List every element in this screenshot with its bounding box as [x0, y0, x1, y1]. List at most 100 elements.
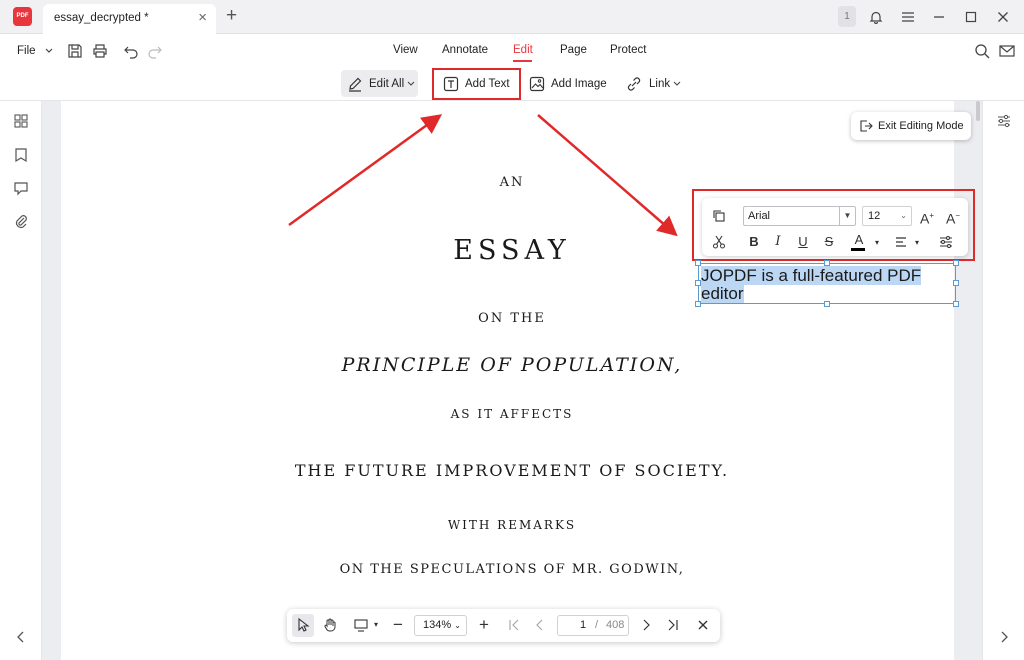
last-page-icon[interactable]	[665, 617, 681, 633]
document-tab[interactable]: essay_decrypted * ×	[43, 4, 216, 34]
text-format-toolbar: Arial ▼ 12 ⌄ A+ A− B I U S A ▾ ▾	[702, 198, 968, 256]
menu-edit[interactable]: Edit	[513, 44, 533, 56]
zoom-level-select[interactable]: 134% ⌄	[414, 615, 467, 636]
new-tab-plus-icon[interactable]: +	[226, 5, 237, 27]
doc-line-principle[interactable]: PRINCIPLE OF POPULATION,	[0, 354, 1024, 376]
resize-handle-right[interactable]	[953, 280, 959, 286]
text-box-line-1[interactable]: JOPDF is a full-featured PDF	[701, 266, 922, 285]
notification-count-badge[interactable]: 1	[838, 6, 856, 27]
copy-icon[interactable]	[711, 208, 727, 224]
strikethrough-icon[interactable]: S	[821, 234, 837, 250]
resize-handle-top-right[interactable]	[953, 260, 959, 266]
bell-icon[interactable]	[865, 6, 887, 28]
chevron-down-icon[interactable]: ▾	[869, 235, 885, 251]
menu-page[interactable]: Page	[560, 44, 587, 56]
doc-line-an[interactable]: AN	[0, 175, 1024, 190]
resize-handle-bottom-right[interactable]	[953, 301, 959, 307]
font-size-select[interactable]: 12 ⌄	[862, 206, 912, 226]
italic-icon[interactable]: I	[770, 234, 786, 250]
align-left-icon[interactable]	[894, 234, 910, 250]
editable-text-box[interactable]: JOPDF is a full-featured PDF editor	[695, 260, 959, 307]
zoom-level-value: 134%	[423, 619, 452, 631]
close-bar-icon[interactable]	[695, 617, 711, 633]
exit-editing-mode-label: Exit Editing Mode	[878, 120, 964, 132]
underline-icon[interactable]: U	[795, 234, 811, 250]
vertical-scrollbar-thumb[interactable]	[976, 101, 980, 121]
link-button[interactable]: Link	[625, 70, 681, 97]
link-label: Link	[649, 77, 671, 90]
menu-view[interactable]: View	[393, 44, 418, 56]
close-window-icon[interactable]	[992, 6, 1014, 28]
font-size-value: 12	[868, 210, 881, 222]
resize-handle-top[interactable]	[824, 260, 830, 266]
decrease-font-size-icon[interactable]: A−	[945, 208, 961, 227]
pencil-icon	[349, 77, 362, 92]
text-settings-sliders-icon[interactable]	[938, 234, 954, 250]
image-icon	[529, 76, 545, 91]
chevron-down-icon: ⌄	[454, 621, 461, 630]
minimize-icon[interactable]	[928, 6, 950, 28]
exit-editing-mode-button[interactable]: Exit Editing Mode	[851, 112, 971, 140]
collapse-left-chevron-icon[interactable]	[12, 628, 30, 646]
menu-annotate[interactable]: Annotate	[442, 44, 488, 56]
font-family-select[interactable]: Arial ▼	[743, 206, 856, 226]
increase-font-size-icon[interactable]: A+	[919, 208, 935, 227]
collapse-right-chevron-icon[interactable]	[995, 628, 1013, 646]
chevron-down-icon[interactable]: ▾	[368, 617, 384, 633]
resize-handle-top-left[interactable]	[695, 260, 701, 266]
chevron-down-icon	[407, 81, 415, 86]
doc-line-speculations[interactable]: ON THE SPECULATIONS OF MR. GODWIN,	[0, 562, 1024, 577]
attachment-icon[interactable]	[12, 212, 30, 230]
page-number-input[interactable]: 1 / 408	[557, 615, 629, 636]
add-text-highlight-annotation	[432, 68, 521, 100]
chevron-down-icon	[45, 48, 53, 53]
view-mode-icon[interactable]	[353, 617, 369, 633]
undo-icon[interactable]	[122, 42, 140, 60]
doc-line-with-remarks[interactable]: WITH REMARKS	[0, 518, 1024, 532]
maximize-icon[interactable]	[960, 6, 982, 28]
redo-icon[interactable]	[146, 42, 164, 60]
text-color-swatch	[851, 248, 865, 251]
mail-icon[interactable]	[998, 42, 1016, 60]
active-menu-indicator	[513, 60, 532, 62]
hamburger-menu-icon[interactable]	[897, 6, 919, 28]
doc-line-as-it-affects[interactable]: AS IT AFFECTS	[0, 407, 1024, 421]
first-page-icon[interactable]	[506, 617, 522, 633]
zoom-out-minus-icon[interactable]: −	[390, 616, 406, 633]
resize-handle-bottom-left[interactable]	[695, 301, 701, 307]
page-separator: /	[595, 619, 599, 631]
dropdown-arrow-icon[interactable]: ▼	[839, 207, 855, 225]
properties-sliders-icon[interactable]	[995, 112, 1013, 130]
save-icon[interactable]	[66, 42, 84, 60]
tab-close-icon[interactable]: ×	[198, 10, 207, 26]
cut-scissors-icon[interactable]	[711, 234, 727, 250]
previous-page-icon[interactable]	[532, 617, 548, 633]
chevron-down-icon: ⌄	[900, 211, 907, 220]
edit-all-button[interactable]: Edit All	[341, 70, 418, 97]
menu-protect[interactable]: Protect	[610, 44, 646, 56]
text-color-icon[interactable]: A	[851, 232, 867, 251]
thumbnails-icon[interactable]	[12, 112, 30, 130]
print-icon[interactable]	[91, 42, 109, 60]
resize-handle-left[interactable]	[695, 280, 701, 286]
hand-pan-icon[interactable]	[322, 617, 338, 633]
add-image-button[interactable]: Add Image	[529, 70, 607, 97]
add-image-label: Add Image	[551, 77, 607, 90]
edit-all-label: Edit All	[369, 77, 405, 90]
chevron-down-icon[interactable]: ▾	[909, 235, 925, 251]
bookmark-icon[interactable]	[12, 146, 30, 164]
text-box-line-2[interactable]: editor	[701, 284, 744, 303]
bold-icon[interactable]: B	[746, 234, 762, 250]
doc-line-on-the[interactable]: ON THE	[0, 311, 1024, 326]
menu-bar: File View Annotate Edit Page Protect	[0, 34, 1024, 67]
zoom-in-plus-icon[interactable]: +	[476, 616, 492, 633]
search-icon[interactable]	[973, 42, 991, 60]
file-menu-label: File	[17, 45, 36, 57]
total-pages-value: 408	[606, 619, 625, 631]
next-page-icon[interactable]	[638, 617, 654, 633]
select-cursor-icon[interactable]	[295, 617, 311, 633]
doc-line-future[interactable]: THE FUTURE IMPROVEMENT OF SOCIETY.	[0, 461, 1024, 480]
current-page-value[interactable]: 1	[580, 616, 586, 635]
resize-handle-bottom[interactable]	[824, 301, 830, 307]
file-menu[interactable]: File	[17, 45, 53, 57]
